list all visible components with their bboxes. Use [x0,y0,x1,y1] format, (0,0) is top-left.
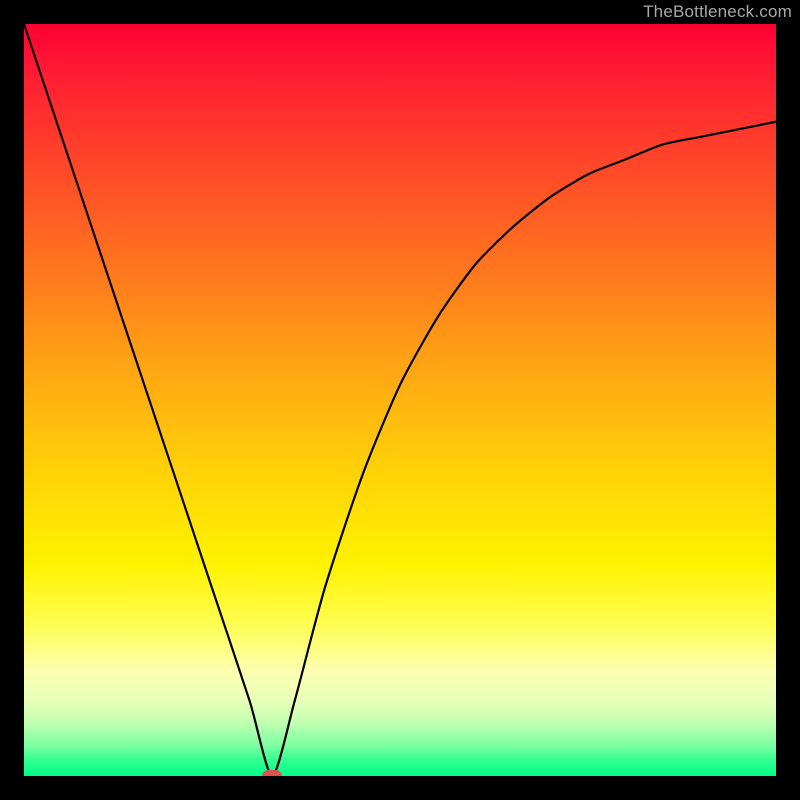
bottleneck-curve [24,24,776,776]
minimum-marker [262,770,282,776]
chart-frame: TheBottleneck.com [0,0,800,800]
curve-svg [24,24,776,776]
plot-area [24,24,776,776]
watermark-text: TheBottleneck.com [643,2,792,22]
